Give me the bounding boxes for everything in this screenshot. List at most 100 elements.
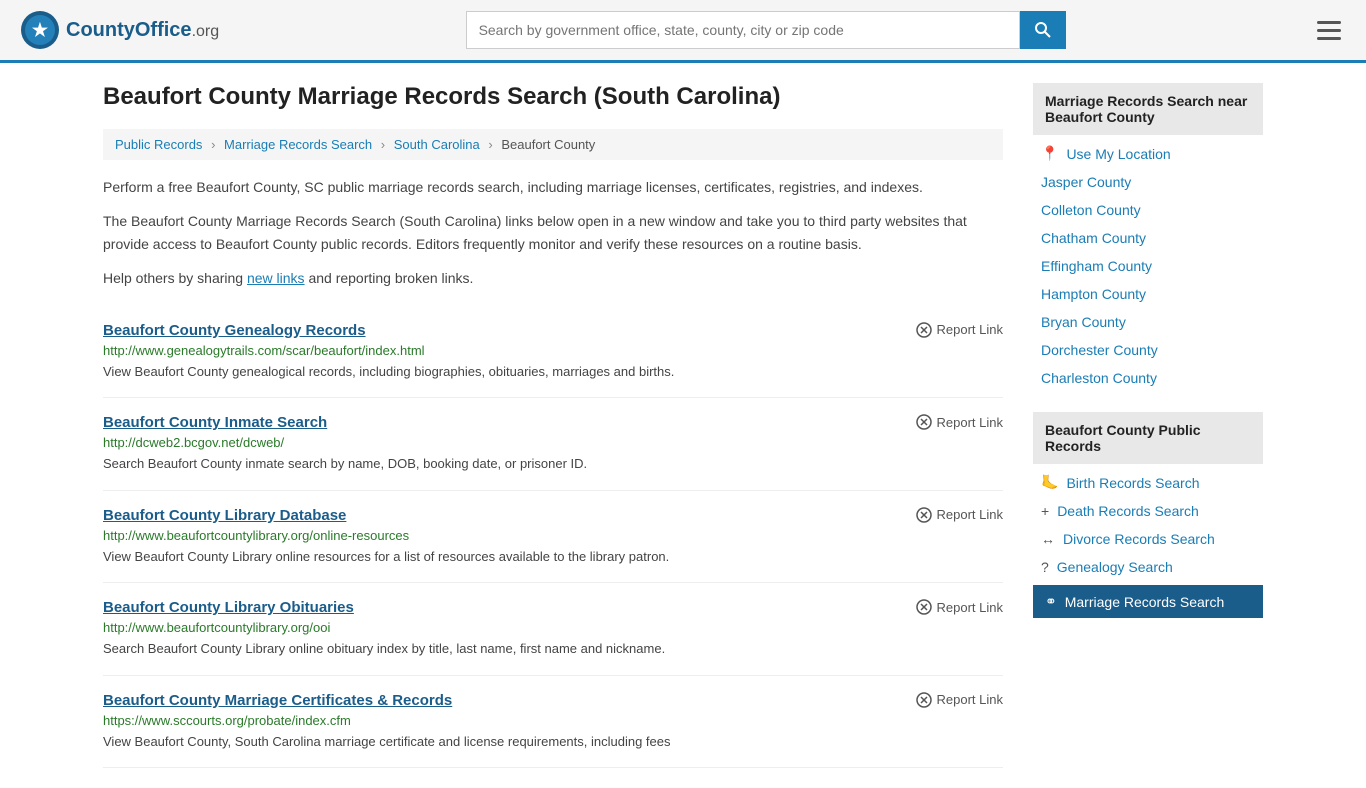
search-area xyxy=(466,11,1066,49)
nearby-item-8: Charleston County xyxy=(1033,364,1263,392)
records-list: Beaufort County Genealogy Records Report… xyxy=(103,306,1003,769)
public-link-3[interactable]: Genealogy Search xyxy=(1057,559,1173,575)
menu-icon-line3 xyxy=(1317,37,1341,40)
record-desc-4: View Beaufort County, South Carolina mar… xyxy=(103,732,1003,752)
public-records-header: Beaufort County Public Records xyxy=(1033,412,1263,464)
report-icon-4 xyxy=(916,692,932,708)
nearby-link-2[interactable]: Colleton County xyxy=(1041,202,1141,218)
nearby-items: 📍 Use My Location Jasper County Colleton C… xyxy=(1033,139,1263,392)
public-records-section: Beaufort County Public Records 🦶 Birth R… xyxy=(1033,412,1263,618)
record-url-2[interactable]: http://www.beaufortcountylibrary.org/onl… xyxy=(103,528,1003,543)
record-title-4[interactable]: Beaufort County Marriage Certificates & … xyxy=(103,692,452,709)
report-icon-2 xyxy=(916,507,932,523)
record-title-1[interactable]: Beaufort County Inmate Search xyxy=(103,414,327,431)
logo-icon: ★ xyxy=(20,10,60,50)
main-container: Beaufort County Marriage Records Search … xyxy=(83,63,1283,788)
record-title-2[interactable]: Beaufort County Library Database xyxy=(103,507,346,524)
record-url-4[interactable]: https://www.sccourts.org/probate/index.c… xyxy=(103,713,1003,728)
public-icon-2: ↔ xyxy=(1041,531,1055,547)
menu-icon-line1 xyxy=(1317,21,1341,24)
nearby-link-6[interactable]: Bryan County xyxy=(1041,314,1126,330)
content-area: Beaufort County Marriage Records Search … xyxy=(103,83,1003,768)
location-icon: 📍 xyxy=(1041,145,1058,162)
breadcrumb-sep3: › xyxy=(488,137,492,152)
record-url-0[interactable]: http://www.genealogytrails.com/scar/beau… xyxy=(103,343,1003,358)
intro-text: Perform a free Beaufort County, SC publi… xyxy=(103,176,1003,198)
nearby-item-3: Chatham County xyxy=(1033,224,1263,252)
report-link-0[interactable]: Report Link xyxy=(916,322,1003,338)
sidebar: Marriage Records Search near Beaufort Co… xyxy=(1033,83,1263,768)
public-icon-4: ⚭ xyxy=(1045,593,1057,610)
header: ★ CountyOffice.org xyxy=(0,0,1366,63)
page-title: Beaufort County Marriage Records Search … xyxy=(103,83,1003,111)
share-text: Help others by sharing new links and rep… xyxy=(103,267,1003,289)
report-icon-1 xyxy=(916,414,932,430)
breadcrumb: Public Records › Marriage Records Search… xyxy=(103,129,1003,160)
record-desc-2: View Beaufort County Library online reso… xyxy=(103,547,1003,567)
menu-button[interactable] xyxy=(1312,16,1346,45)
nearby-link-5[interactable]: Hampton County xyxy=(1041,286,1146,302)
record-desc-0: View Beaufort County genealogical record… xyxy=(103,362,1003,382)
public-record-item-0: 🦶 Birth Records Search xyxy=(1033,468,1263,497)
record-item: Beaufort County Genealogy Records Report… xyxy=(103,306,1003,399)
nearby-link-7[interactable]: Dorchester County xyxy=(1041,342,1158,358)
nearby-link-4[interactable]: Effingham County xyxy=(1041,258,1152,274)
public-icon-0: 🦶 xyxy=(1041,474,1058,491)
public-record-item-2: ↔ Divorce Records Search xyxy=(1033,525,1263,553)
nearby-link-8[interactable]: Charleston County xyxy=(1041,370,1157,386)
menu-icon-line2 xyxy=(1317,29,1341,32)
nearby-link-0[interactable]: Use My Location xyxy=(1066,146,1170,162)
record-desc-3: Search Beaufort County Library online ob… xyxy=(103,639,1003,659)
nearby-header: Marriage Records Search near Beaufort Co… xyxy=(1033,83,1263,135)
search-button[interactable] xyxy=(1020,11,1066,49)
report-link-2[interactable]: Report Link xyxy=(916,507,1003,523)
public-icon-1: + xyxy=(1041,503,1049,519)
record-title-0[interactable]: Beaufort County Genealogy Records xyxy=(103,322,366,339)
record-desc-1: Search Beaufort County inmate search by … xyxy=(103,454,1003,474)
logo-text: CountyOffice.org xyxy=(66,19,219,42)
search-icon xyxy=(1034,21,1052,39)
record-url-1[interactable]: http://dcweb2.bcgov.net/dcweb/ xyxy=(103,435,1003,450)
share-prefix: Help others by sharing xyxy=(103,270,247,286)
nearby-item-7: Dorchester County xyxy=(1033,336,1263,364)
breadcrumb-sep2: › xyxy=(381,137,385,152)
breadcrumb-public-records[interactable]: Public Records xyxy=(115,137,202,152)
record-item: Beaufort County Library Database Report … xyxy=(103,491,1003,584)
breadcrumb-marriage-search[interactable]: Marriage Records Search xyxy=(224,137,372,152)
report-icon-0 xyxy=(916,322,932,338)
report-icon-3 xyxy=(916,599,932,615)
nearby-item-5: Hampton County xyxy=(1033,280,1263,308)
new-links-link[interactable]: new links xyxy=(247,270,305,286)
nearby-link-3[interactable]: Chatham County xyxy=(1041,230,1146,246)
nearby-item-4: Effingham County xyxy=(1033,252,1263,280)
logo-area: ★ CountyOffice.org xyxy=(20,10,219,50)
breadcrumb-beaufort: Beaufort County xyxy=(501,137,595,152)
public-records-items: 🦶 Birth Records Search + Death Records Se… xyxy=(1033,468,1263,618)
nearby-item-2: Colleton County xyxy=(1033,196,1263,224)
report-link-3[interactable]: Report Link xyxy=(916,599,1003,615)
breadcrumb-sep1: › xyxy=(211,137,215,152)
public-link-4[interactable]: Marriage Records Search xyxy=(1065,594,1225,610)
record-item: Beaufort County Inmate Search Report Lin… xyxy=(103,398,1003,491)
public-record-item-4: ⚭ Marriage Records Search xyxy=(1033,585,1263,618)
record-title-3[interactable]: Beaufort County Library Obituaries xyxy=(103,599,354,616)
report-link-1[interactable]: Report Link xyxy=(916,414,1003,430)
detail-text: The Beaufort County Marriage Records Sea… xyxy=(103,210,1003,255)
nearby-item-0: 📍 Use My Location xyxy=(1033,139,1263,168)
public-icon-3: ? xyxy=(1041,559,1049,575)
public-link-2[interactable]: Divorce Records Search xyxy=(1063,531,1215,547)
nearby-section: Marriage Records Search near Beaufort Co… xyxy=(1033,83,1263,392)
record-url-3[interactable]: http://www.beaufortcountylibrary.org/ooi xyxy=(103,620,1003,635)
breadcrumb-south-carolina[interactable]: South Carolina xyxy=(394,137,480,152)
nearby-item-1: Jasper County xyxy=(1033,168,1263,196)
share-suffix: and reporting broken links. xyxy=(308,270,473,286)
public-link-1[interactable]: Death Records Search xyxy=(1057,503,1199,519)
public-record-item-3: ? Genealogy Search xyxy=(1033,553,1263,581)
public-link-0[interactable]: Birth Records Search xyxy=(1066,475,1199,491)
record-item: Beaufort County Marriage Certificates & … xyxy=(103,676,1003,769)
search-input[interactable] xyxy=(466,11,1020,49)
nearby-link-1[interactable]: Jasper County xyxy=(1041,174,1131,190)
report-link-4[interactable]: Report Link xyxy=(916,692,1003,708)
nearby-item-6: Bryan County xyxy=(1033,308,1263,336)
svg-text:★: ★ xyxy=(32,20,49,40)
